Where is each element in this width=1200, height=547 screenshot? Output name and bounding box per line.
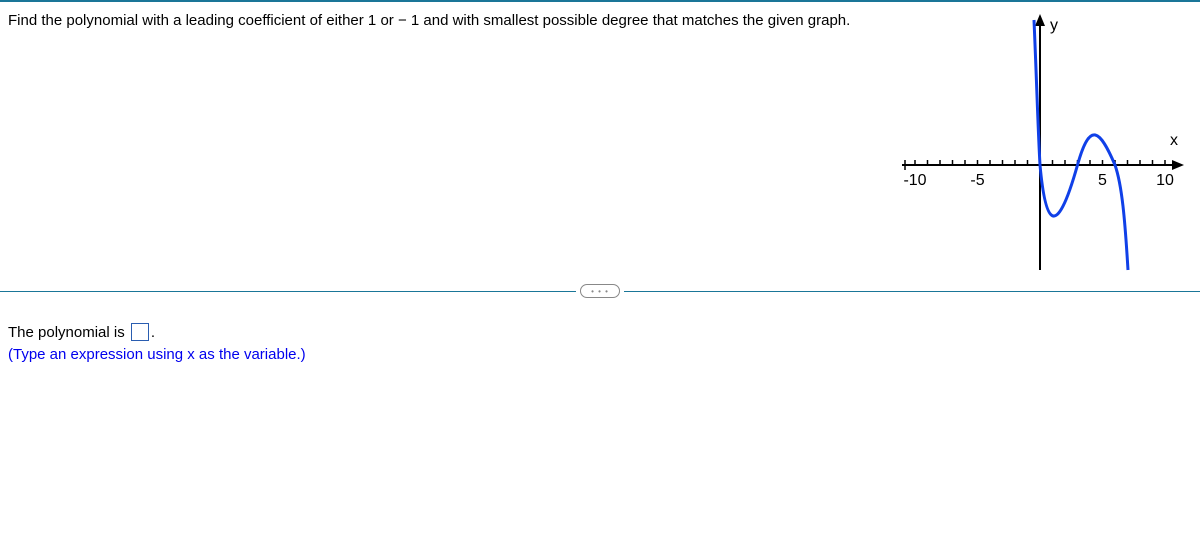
graph-area: y x -10 bbox=[890, 10, 1190, 280]
answer-period: . bbox=[151, 324, 155, 341]
polynomial-curve bbox=[1034, 20, 1128, 270]
xtick-10: 10 bbox=[1156, 172, 1174, 189]
polynomial-graph: y x -10 bbox=[890, 10, 1190, 280]
section-separator: • • • bbox=[0, 284, 1200, 298]
x-axis-label: x bbox=[1170, 132, 1178, 149]
xtick-neg5: -5 bbox=[970, 172, 984, 189]
question-text-part2: 1 and with smallest possible degree that… bbox=[411, 12, 850, 29]
ellipsis-icon: • • • bbox=[591, 287, 609, 296]
x-axis-arrow-icon bbox=[1172, 160, 1184, 170]
question-text: Find the polynomial with a leading coeff… bbox=[8, 10, 880, 31]
top-rule bbox=[0, 0, 1200, 2]
xtick-neg10: -10 bbox=[903, 172, 926, 189]
separator-line-right bbox=[624, 291, 1200, 292]
answer-area: The polynomial is . (Type an expression … bbox=[8, 324, 306, 363]
answer-input[interactable] bbox=[131, 323, 149, 341]
answer-hint: (Type an expression using x as the varia… bbox=[8, 346, 306, 363]
separator-line-left bbox=[0, 291, 576, 292]
y-axis-arrow-icon bbox=[1035, 14, 1045, 26]
minus-sign: − bbox=[398, 10, 407, 31]
y-axis-label: y bbox=[1050, 17, 1058, 34]
xtick-5: 5 bbox=[1098, 172, 1107, 189]
question-text-part1: Find the polynomial with a leading coeff… bbox=[8, 12, 398, 29]
separator-pill[interactable]: • • • bbox=[580, 284, 620, 298]
answer-line: The polynomial is . bbox=[8, 324, 306, 342]
question-area: Find the polynomial with a leading coeff… bbox=[8, 10, 880, 31]
answer-prefix: The polynomial is bbox=[8, 324, 129, 341]
